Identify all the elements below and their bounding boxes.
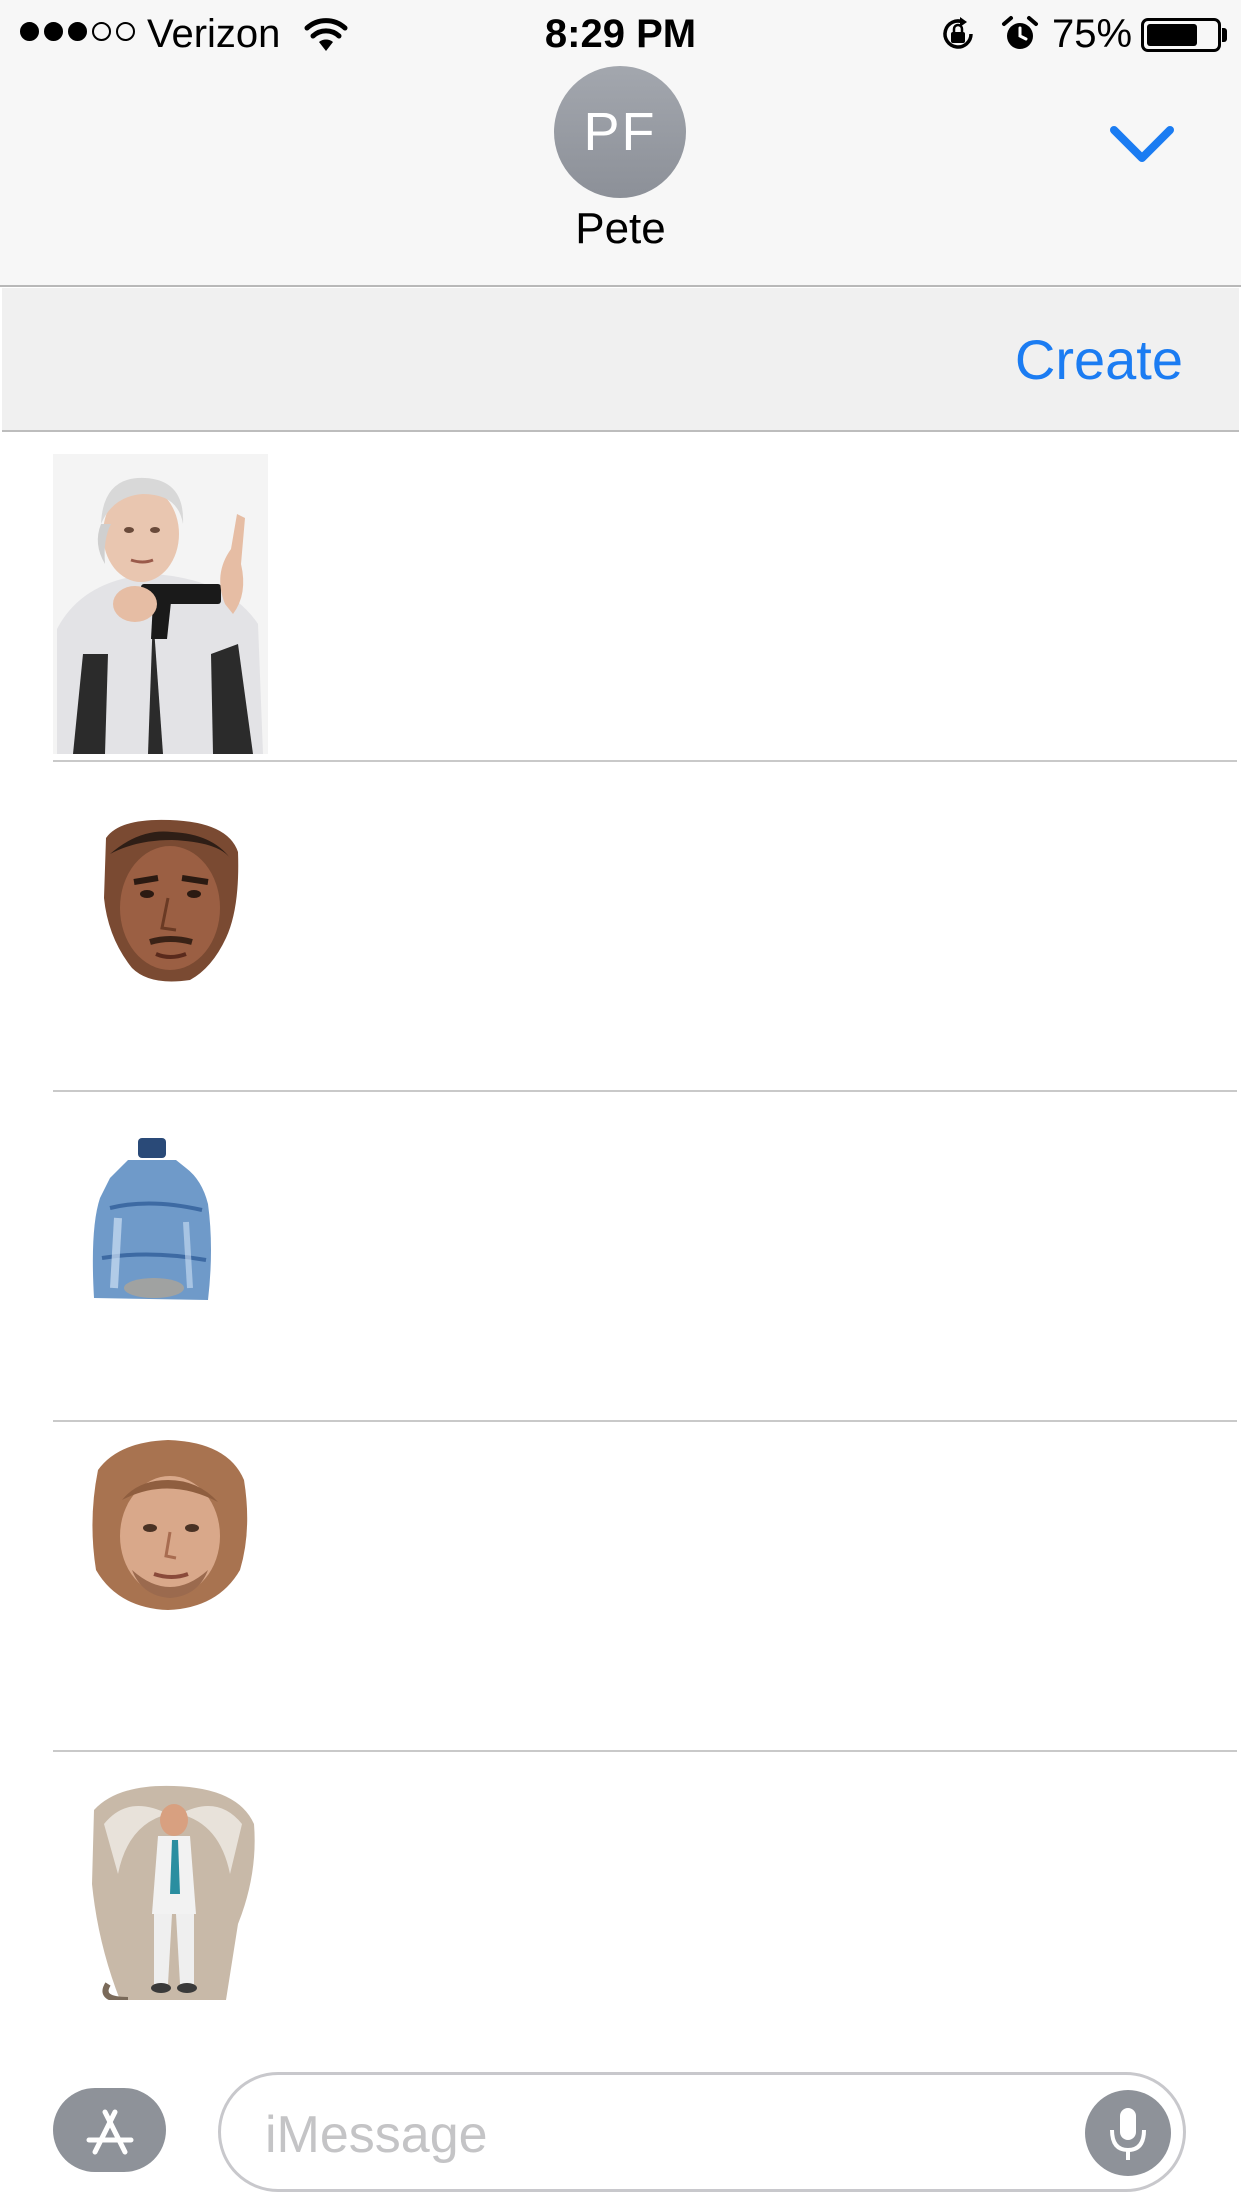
app-store-button[interactable] (53, 2088, 166, 2172)
create-button[interactable]: Create (1015, 324, 1183, 396)
message-input-bar: iMessage (0, 2052, 1241, 2208)
sticker-row[interactable] (0, 1092, 1241, 1422)
rotation-lock-icon (943, 17, 973, 49)
microphone-button[interactable] (1085, 2090, 1171, 2176)
alarm-icon (1002, 16, 1038, 49)
battery-terminal (1222, 28, 1227, 42)
imessage-placeholder: iMessage (265, 2106, 488, 2164)
long-hair-face-sticker[interactable] (88, 1440, 250, 1612)
sticker-row[interactable] (0, 1422, 1241, 1752)
conversation-header: PF Pete (0, 64, 1241, 287)
microphone-icon (1110, 2108, 1146, 2160)
status-bar: Verizon 8:29 PM 75% (0, 0, 1241, 64)
imessage-input[interactable]: iMessage (218, 2072, 1186, 2192)
contact-avatar[interactable]: PF (554, 66, 686, 198)
app-store-icon (86, 2109, 134, 2155)
sticker-app-toolbar: Create (2, 288, 1239, 432)
contact-name[interactable]: Pete (0, 204, 1241, 254)
sticker-row[interactable] (0, 762, 1241, 1092)
sticker-list[interactable] (0, 432, 1241, 2052)
battery-percentage: 75% (1052, 12, 1133, 56)
chevron-down-icon[interactable] (1108, 120, 1176, 170)
sticker-row[interactable] (0, 1752, 1241, 2052)
grandma-sticker[interactable] (53, 454, 268, 754)
battery-level (1147, 24, 1197, 46)
winged-man-sticker[interactable] (88, 1784, 258, 2000)
water-jug-sticker[interactable] (90, 1138, 218, 1310)
sticker-row[interactable] (0, 432, 1241, 762)
battery-icon (1141, 18, 1221, 52)
face-sticker[interactable] (100, 818, 240, 984)
